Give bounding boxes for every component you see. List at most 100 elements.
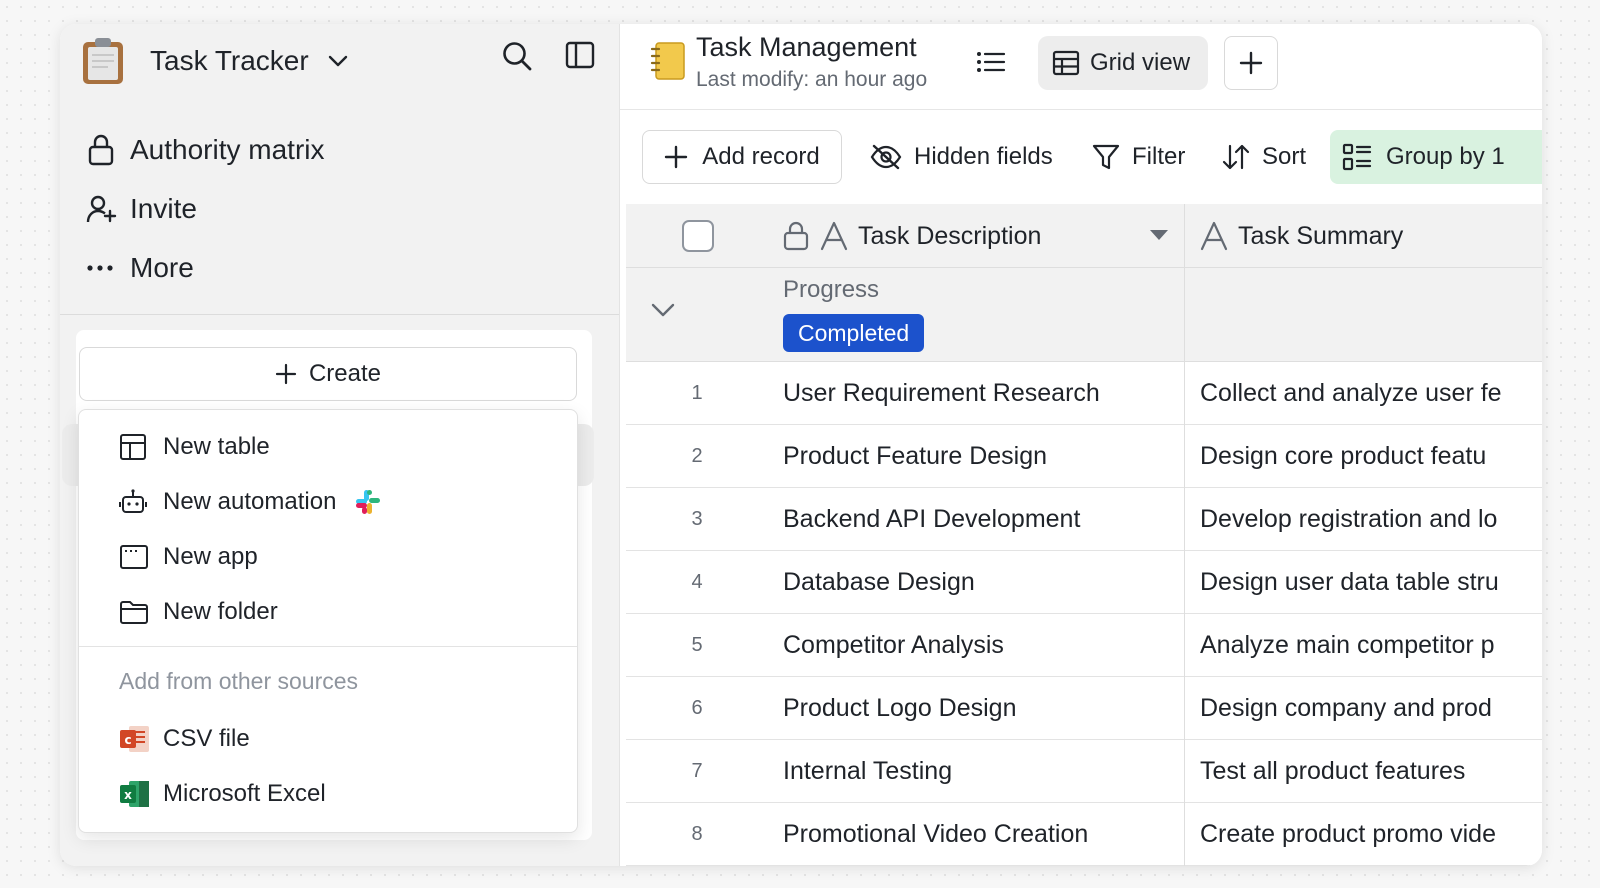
text-field-icon (820, 221, 848, 251)
column-header-label: Task Description (858, 221, 1042, 250)
sort-button[interactable]: Sort (1222, 130, 1306, 184)
task-description-cell[interactable]: Product Logo Design (783, 677, 1016, 740)
task-description-cell[interactable]: Product Feature Design (783, 425, 1047, 488)
sidebar-item-authority-matrix[interactable]: Authority matrix (86, 120, 325, 179)
column-header-task-summary[interactable]: Task Summary (1200, 204, 1403, 268)
hidden-fields-button[interactable]: Hidden fields (870, 130, 1053, 184)
sidebar-item-invite[interactable]: Invite (86, 179, 325, 238)
notebook-icon (650, 40, 686, 82)
task-description-cell[interactable]: User Requirement Research (783, 362, 1100, 425)
chevron-down-icon[interactable] (327, 54, 349, 68)
task-summary-cell[interactable]: Develop registration and lo (1200, 488, 1540, 551)
hidden-fields-label: Hidden fields (914, 143, 1053, 170)
robot-icon (119, 488, 151, 516)
plus-icon (275, 363, 297, 385)
table-row[interactable]: 7 Internal Testing Test all product feat… (626, 740, 1542, 803)
task-summary-cell[interactable]: Design user data table stru (1200, 551, 1540, 614)
row-number: 8 (691, 823, 703, 845)
task-summary-cell[interactable]: Design company and prod (1200, 677, 1540, 740)
svg-text:c: c (124, 733, 131, 747)
menu-item-new-automation[interactable]: New automation (119, 482, 382, 522)
lock-icon (86, 133, 120, 167)
main-area: Task Management Last modify: an hour ago… (620, 24, 1542, 866)
table-row[interactable]: 1 User Requirement Research Collect and … (626, 362, 1542, 425)
status-badge: Completed (783, 314, 925, 352)
table-row[interactable]: 5 Competitor Analysis Analyze main compe… (626, 614, 1542, 677)
row-number: 2 (691, 445, 703, 467)
filter-button[interactable]: Filter (1092, 130, 1185, 184)
task-summary-cell[interactable]: Test all product features (1200, 740, 1540, 803)
column-divider (1184, 204, 1185, 866)
menu-item-label: CSV file (163, 725, 250, 752)
table-row[interactable]: 3 Backend API Development Develop regist… (626, 488, 1542, 551)
sidebar-item-label: More (130, 251, 194, 283)
plus-icon (1239, 51, 1263, 75)
add-view-button[interactable] (1224, 36, 1278, 90)
data-grid: Task Description Task Summary Progress C… (626, 204, 1542, 866)
sidebar-toggle-icon[interactable] (565, 40, 595, 72)
sort-label: Sort (1262, 143, 1307, 170)
folder-icon (119, 599, 151, 625)
table-title[interactable]: Task Management (696, 32, 917, 63)
menu-item-csv-file[interactable]: c CSV file (119, 719, 250, 759)
task-description-cell[interactable]: Backend API Development (783, 488, 1080, 551)
menu-divider (79, 646, 577, 647)
group-by-button[interactable]: Group by 1 (1330, 130, 1542, 184)
grid-icon (1052, 50, 1080, 76)
workspace-header[interactable]: Task Tracker (80, 34, 349, 88)
lock-icon (783, 221, 809, 251)
column-header-label: Task Summary (1238, 221, 1404, 250)
sidebar: Task Tracker Authority matrix Invite Mor… (60, 24, 620, 866)
create-menu: New table New automation New app New fol… (78, 409, 578, 833)
table-row[interactable]: 8 Promotional Video Creation Create prod… (626, 803, 1542, 866)
menu-item-label: New app (163, 543, 258, 570)
task-summary-cell[interactable]: Design core product featu (1200, 425, 1540, 488)
sidebar-item-label: Authority matrix (130, 133, 325, 165)
task-summary-cell[interactable]: Create product promo vide (1200, 803, 1540, 866)
more-dots-icon (86, 263, 120, 273)
chevron-down-icon[interactable] (650, 302, 676, 318)
add-record-button[interactable]: Add record (642, 130, 842, 184)
add-user-icon (86, 193, 120, 225)
task-description-cell[interactable]: Database Design (783, 551, 975, 614)
grid-view-tab[interactable]: Grid view (1038, 36, 1208, 90)
task-description-cell[interactable]: Competitor Analysis (783, 614, 1004, 677)
menu-item-label: New automation (163, 488, 337, 515)
caret-down-icon[interactable] (1148, 228, 1170, 242)
create-button[interactable]: Create (79, 347, 577, 401)
task-summary-cell[interactable]: Analyze main competitor p (1200, 614, 1540, 677)
menu-item-microsoft-excel[interactable]: x Microsoft Excel (119, 774, 326, 814)
add-record-label: Add record (702, 143, 820, 170)
app-window-icon (119, 544, 151, 570)
sort-icon (1222, 144, 1250, 170)
create-button-label: Create (308, 360, 382, 387)
group-header-row[interactable]: Progress Completed (626, 268, 1542, 362)
row-number: 1 (691, 382, 703, 404)
menu-item-new-folder[interactable]: New folder (119, 592, 278, 632)
column-header-task-description[interactable]: Task Description (782, 204, 1041, 268)
sidebar-item-label: Invite (130, 192, 197, 224)
task-summary-cell[interactable]: Collect and analyze user fe (1200, 362, 1540, 425)
filter-icon (1092, 144, 1120, 170)
task-description-cell[interactable]: Internal Testing (783, 740, 952, 803)
table-row[interactable]: 6 Product Logo Design Design company and… (626, 677, 1542, 740)
menu-item-new-app[interactable]: New app (119, 537, 258, 577)
table-row[interactable]: 4 Database Design Design user data table… (626, 551, 1542, 614)
select-all-checkbox[interactable] (682, 220, 714, 252)
menu-section-label: Add from other sources (119, 668, 359, 694)
eye-off-icon (870, 144, 902, 170)
list-icon[interactable] (976, 48, 1006, 76)
task-description-cell[interactable]: Promotional Video Creation (783, 803, 1088, 866)
last-modified-text: Last modify: an hour ago (696, 68, 928, 91)
sidebar-item-more[interactable]: More (86, 238, 325, 297)
table-row[interactable]: 2 Product Feature Design Design core pro… (626, 425, 1542, 488)
row-number: 7 (691, 760, 703, 782)
text-field-icon (1200, 221, 1228, 251)
slack-icon (354, 488, 382, 516)
search-icon[interactable] (501, 40, 533, 72)
menu-item-new-table[interactable]: New table (119, 427, 270, 467)
menu-item-label: Microsoft Excel (163, 780, 326, 807)
grid-header-row: Task Description Task Summary (626, 204, 1542, 268)
group-by-label: Group by 1 (1386, 143, 1505, 170)
csv-file-icon: c (119, 724, 151, 754)
